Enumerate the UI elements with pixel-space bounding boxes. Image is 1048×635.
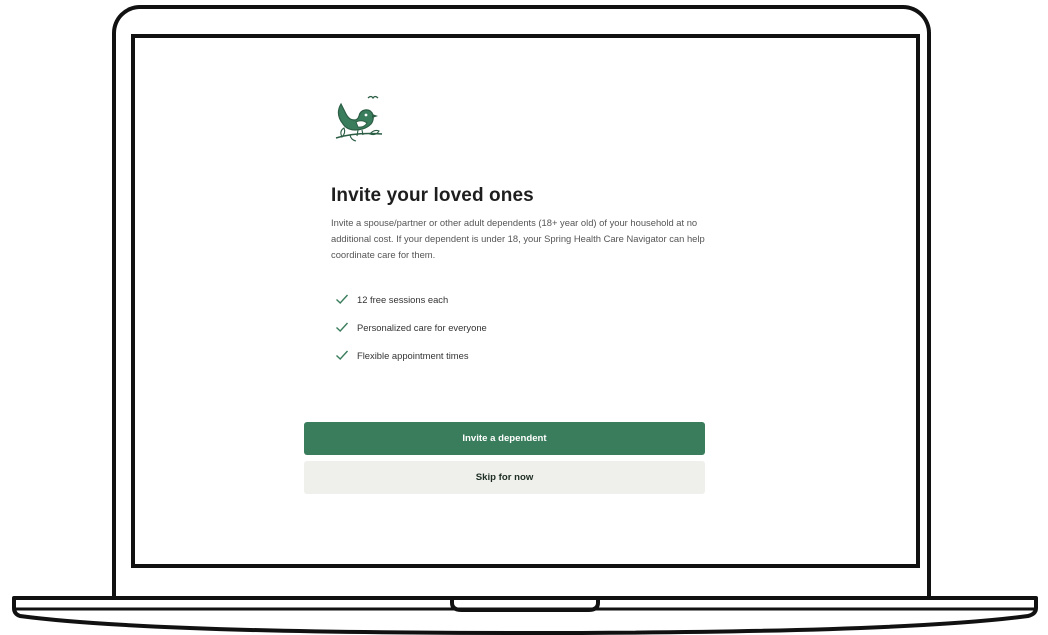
invite-description: Invite a spouse/partner or other adult d… [331, 217, 705, 260]
feature-list: 12 free sessions each Personalized care … [335, 285, 741, 369]
feature-item: Personalized care for everyone [335, 313, 741, 341]
feature-item: Flexible appointment times [335, 341, 741, 369]
laptop-base [12, 596, 1038, 635]
feature-label: 12 free sessions each [357, 293, 449, 305]
feature-label: Personalized care for everyone [357, 321, 487, 333]
checkmark-icon [336, 294, 349, 304]
feature-label: Flexible appointment times [357, 349, 469, 361]
invite-dependent-button[interactable]: Invite a dependent [304, 422, 705, 455]
bird-on-branch-icon [335, 95, 383, 142]
invite-content: Invite your loved ones Invite a spouse/p… [331, 92, 741, 369]
skip-for-now-button[interactable]: Skip for now [304, 461, 705, 494]
feature-item: 12 free sessions each [335, 285, 741, 313]
laptop-screen: Invite your loved ones Invite a spouse/p… [131, 34, 920, 568]
checkmark-icon [336, 350, 349, 360]
page-title: Invite your loved ones [331, 185, 534, 206]
checkmark-icon [336, 322, 349, 332]
laptop-mockup: Invite your loved ones Invite a spouse/p… [0, 0, 1048, 635]
